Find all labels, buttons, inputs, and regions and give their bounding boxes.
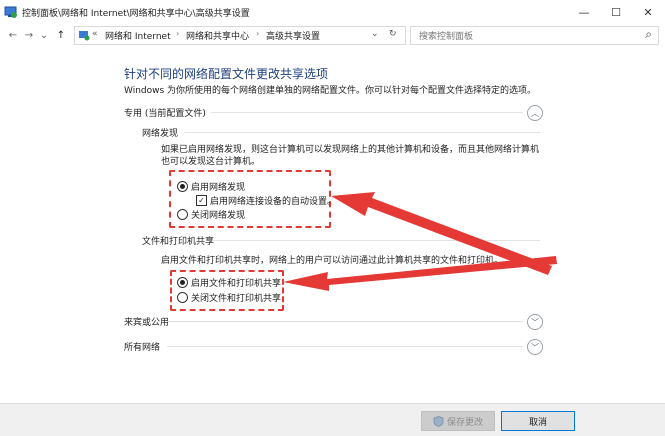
annotation-arrows <box>283 192 557 291</box>
up-button[interactable]: ↑ <box>54 27 68 43</box>
close-icon: ✕ <box>643 5 653 19</box>
breadcrumb-advanced-sharing[interactable]: 高级共享设置 <box>266 29 320 42</box>
address-box[interactable]: « 网络和 Internet › 网络和共享中心 › 高级共享设置 ⌄ ↻ <box>74 26 406 45</box>
breadcrumb-network-sharing-center[interactable]: 网络和共享中心 <box>186 29 249 42</box>
cancel-button[interactable]: 取消 <box>501 411 575 431</box>
back-button[interactable]: ← <box>6 27 20 43</box>
close-button[interactable]: ✕ <box>632 0 664 24</box>
up-arrow-icon: ↑ <box>56 29 66 41</box>
overflow-chevrons-icon[interactable]: « <box>92 29 98 39</box>
window-title: 控制面板\网络和 Internet\网络和共享中心\高级共享设置 <box>22 9 250 19</box>
maximize-button[interactable]: ☐ <box>600 0 632 24</box>
refresh-button[interactable]: ↻ <box>389 29 397 39</box>
minimize-icon: — <box>578 5 590 19</box>
search-icon[interactable]: ⌕ <box>645 27 652 42</box>
address-dropdown-button[interactable]: ⌄ <box>371 29 379 39</box>
address-bar: ← → ⌄ ↑ « 网络和 Internet › 网络和共享中心 › 高级共享设… <box>0 24 665 46</box>
forward-arrow-icon: → <box>24 29 34 41</box>
save-changes-button[interactable]: 保存更改 <box>421 411 495 431</box>
footer-bar: 保存更改 取消 <box>0 403 665 436</box>
annotation-arrow-2 <box>283 256 557 291</box>
save-changes-label: 保存更改 <box>446 417 483 428</box>
minimize-button[interactable]: — <box>568 0 600 24</box>
title-bar: 控制面板\网络和 Internet\网络和共享中心\高级共享设置 — ☐ ✕ <box>0 0 665 24</box>
cancel-label: 取消 <box>528 417 547 428</box>
recent-locations-button[interactable]: ⌄ <box>38 27 50 43</box>
maximize-icon: ☐ <box>611 5 621 19</box>
search-placeholder: 搜索控制面板 <box>419 32 474 42</box>
back-arrow-icon: ← <box>8 29 18 41</box>
search-input[interactable]: 搜索控制面板 ⌕ <box>410 26 659 45</box>
network-folder-icon <box>79 31 90 41</box>
breadcrumb-separator[interactable]: › <box>176 29 179 38</box>
control-panel-icon <box>4 6 17 18</box>
breadcrumb-separator[interactable]: › <box>256 29 259 38</box>
shield-icon <box>433 415 444 427</box>
forward-button[interactable]: → <box>22 27 36 43</box>
chevron-down-icon: ⌄ <box>39 29 49 41</box>
breadcrumb-network-internet[interactable]: 网络和 Internet <box>105 29 171 42</box>
main-content: 针对不同的网络配置文件更改共享选项 Windows 为你所使用的每个网络创建单独… <box>0 46 665 403</box>
